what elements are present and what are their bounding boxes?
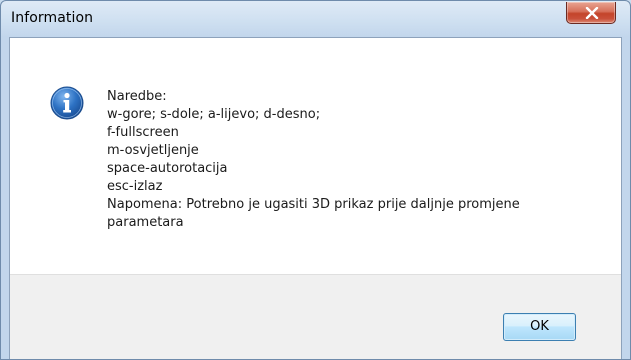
info-icon bbox=[50, 86, 84, 120]
dialog-client-area: Naredbe: w-gore; s-dole; a-lijevo; d-des… bbox=[9, 37, 622, 359]
message-line: esc-izlaz bbox=[107, 179, 163, 194]
message-line: parametara bbox=[107, 215, 184, 230]
button-bar: OK bbox=[10, 274, 621, 359]
message-line: Napomena: Potrebno je ugasiti 3D prikaz … bbox=[107, 197, 520, 212]
close-button[interactable] bbox=[566, 2, 616, 24]
dialog-window: Information Naredbe: w-gore; s-dole; a-l… bbox=[0, 0, 631, 360]
ok-button[interactable]: OK bbox=[503, 313, 576, 341]
message-line: f-fullscreen bbox=[107, 125, 179, 140]
title-bar[interactable]: Information bbox=[1, 1, 630, 37]
message-line: space-autorotacija bbox=[107, 161, 228, 176]
message-line: m-osvjetljenje bbox=[107, 143, 199, 158]
message-line: Naredbe: bbox=[107, 89, 167, 104]
message-area: Naredbe: w-gore; s-dole; a-lijevo; d-des… bbox=[10, 38, 621, 274]
window-title: Information bbox=[11, 10, 94, 26]
message-text: Naredbe: w-gore; s-dole; a-lijevo; d-des… bbox=[107, 88, 611, 232]
message-line: w-gore; s-dole; a-lijevo; d-desno; bbox=[107, 107, 321, 122]
close-x-icon bbox=[585, 7, 599, 19]
